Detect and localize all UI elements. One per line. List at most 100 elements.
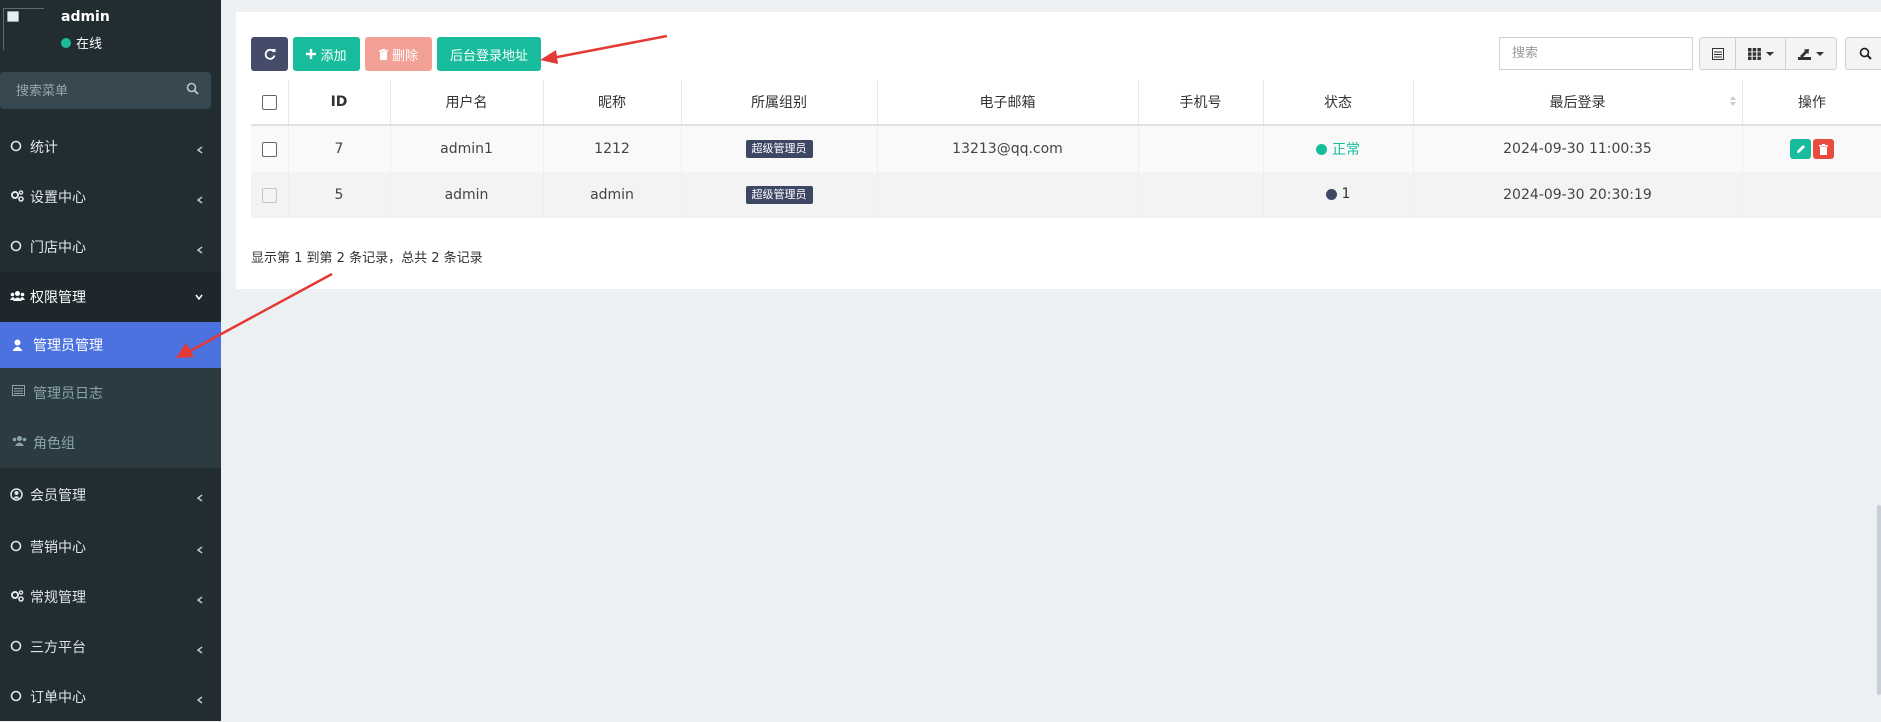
sidebar-item-members[interactable]: 会员管理 <box>0 468 221 522</box>
permissions-submenu: 管理员管理 管理员日志 角色组 <box>0 322 221 468</box>
export-icon <box>1798 48 1811 60</box>
sidebar-item-label: 会员管理 <box>30 488 86 504</box>
cogs-icon <box>11 190 24 202</box>
select-all-checkbox[interactable] <box>261 94 277 110</box>
sort-icon <box>1729 96 1736 106</box>
user-status-label: 在线 <box>76 37 103 52</box>
column-header-phone[interactable]: 手机号 <box>1138 80 1264 126</box>
columns-button[interactable] <box>1735 37 1786 70</box>
cell-username: admin <box>390 172 544 218</box>
sidebar-item-label: 角色组 <box>33 436 75 452</box>
broken-image-icon <box>7 11 19 22</box>
cell-username: admin1 <box>390 125 544 172</box>
column-header-username[interactable]: 用户名 <box>390 80 544 126</box>
cell-email <box>877 172 1139 218</box>
sidebar-nav: 统计 设置中心 门店中心 权限管理 管理员管理 管理员日志 角色组 会员管理 营… <box>0 122 221 722</box>
edit-button[interactable] <box>1790 139 1811 159</box>
login-url-button[interactable]: 后台登录地址 <box>437 37 541 71</box>
table-row[interactable]: 7 admin1 1212 超级管理员 13213@qq.com 正常 2024… <box>251 125 1881 172</box>
search-icon <box>1859 47 1872 60</box>
circle-icon <box>10 540 22 552</box>
sidebar-item-label: 常规管理 <box>30 590 86 606</box>
status-dot-icon <box>1316 143 1327 155</box>
delete-button-label: 删除 <box>391 48 418 64</box>
sidebar: admin 在线 统计 设置中心 门店中心 权限管理 <box>0 0 221 721</box>
refresh-icon <box>264 48 275 60</box>
row-select-cell <box>251 172 289 218</box>
circle-icon <box>10 640 22 652</box>
add-button-label: 添加 <box>320 48 347 64</box>
table-row[interactable]: 5 admin admin 超级管理员 1 2024-09-30 20:30:1… <box>251 172 1881 218</box>
chevron-down-icon <box>1816 51 1824 56</box>
chevron-left-icon <box>197 646 203 654</box>
column-header-status[interactable]: 状态 <box>1263 80 1414 126</box>
plus-icon <box>306 49 317 59</box>
status-label: 正常 <box>1332 142 1360 158</box>
column-header-nickname[interactable]: 昵称 <box>543 80 682 126</box>
cell-actions <box>1742 125 1881 172</box>
status-badge: 1 <box>1325 186 1351 203</box>
chevron-left-icon <box>197 196 203 204</box>
sidebar-item-settings[interactable]: 设置中心 <box>0 172 221 222</box>
sidebar-item-label: 统计 <box>30 140 58 156</box>
export-button[interactable] <box>1785 37 1837 70</box>
group-badge: 超级管理员 <box>745 140 813 158</box>
page-scrollbar[interactable] <box>1877 505 1881 695</box>
pencil-icon <box>1796 145 1805 153</box>
sidebar-item-admin-log[interactable]: 管理员日志 <box>0 368 221 418</box>
pagination-info: 显示第 1 到第 2 条记录，总共 2 条记录 <box>251 251 483 266</box>
sidebar-item-marketing[interactable]: 营销中心 <box>0 522 221 572</box>
refresh-button[interactable] <box>251 37 288 71</box>
login-url-button-label: 后台登录地址 <box>449 48 528 64</box>
sidebar-search-input[interactable] <box>14 72 178 111</box>
grid-icon <box>1747 47 1761 60</box>
row-checkbox[interactable] <box>261 141 277 157</box>
user-panel: admin 在线 <box>0 0 221 62</box>
table-search-input[interactable] <box>1499 37 1693 70</box>
status-badge: 正常 <box>1316 139 1360 159</box>
sidebar-item-third-party[interactable]: 三方平台 <box>0 622 221 672</box>
sidebar-item-general[interactable]: 常规管理 <box>0 572 221 622</box>
sidebar-item-stats[interactable]: 统计 <box>0 122 221 172</box>
cell-last-login: 2024-09-30 20:30:19 <box>1413 172 1743 218</box>
cell-id: 5 <box>288 172 391 218</box>
cell-id: 7 <box>288 125 391 172</box>
sidebar-search <box>0 72 211 111</box>
sidebar-item-label: 权限管理 <box>30 290 86 306</box>
circle-icon <box>10 690 22 702</box>
avatar[interactable] <box>3 8 44 50</box>
delete-row-button[interactable] <box>1813 139 1834 159</box>
status-dot-icon <box>1325 188 1337 200</box>
status-label: 1 <box>1341 186 1351 203</box>
column-header-last-login[interactable]: 最后登录 <box>1413 80 1743 126</box>
delete-button[interactable]: 删除 <box>365 37 432 71</box>
sidebar-item-admin-management[interactable]: 管理员管理 <box>0 322 221 368</box>
column-header-email[interactable]: 电子邮箱 <box>877 80 1139 126</box>
list-view-icon <box>1711 47 1724 60</box>
sidebar-item-stores[interactable]: 门店中心 <box>0 222 221 272</box>
sidebar-item-orders[interactable]: 订单中心 <box>0 672 221 722</box>
chevron-left-icon <box>197 696 203 704</box>
column-header-id[interactable]: ID <box>288 80 391 126</box>
cogs-icon <box>11 590 24 602</box>
user-circle-icon <box>10 488 23 501</box>
add-button[interactable]: 添加 <box>293 37 360 71</box>
column-header-group[interactable]: 所属组别 <box>681 80 878 126</box>
cell-nickname: 1212 <box>543 125 682 172</box>
sidebar-item-permissions[interactable]: 权限管理 <box>0 272 221 322</box>
sidebar-item-label: 设置中心 <box>30 190 86 206</box>
users-icon <box>12 436 27 446</box>
sidebar-item-label: 管理员管理 <box>33 338 103 354</box>
content-panel: 添加 删除 后台登录地址 ID 用户名 <box>236 12 1881 289</box>
circle-icon <box>10 240 22 252</box>
cell-group: 超级管理员 <box>681 125 878 172</box>
search-icon[interactable] <box>186 82 199 95</box>
toggle-view-button[interactable] <box>1699 37 1736 70</box>
sidebar-item-role-group[interactable]: 角色组 <box>0 418 221 468</box>
trash-icon <box>378 48 388 60</box>
chevron-left-icon <box>197 546 203 554</box>
search-button[interactable] <box>1845 37 1881 70</box>
user-name: admin <box>61 9 110 25</box>
admin-table: ID 用户名 昵称 所属组别 电子邮箱 手机号 状态 最后登录 操作 7 adm… <box>251 80 1881 218</box>
row-select-cell <box>251 125 289 172</box>
